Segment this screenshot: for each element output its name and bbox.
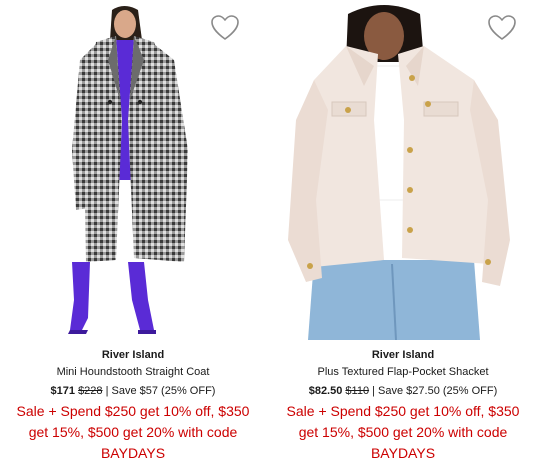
savings-text: | Save $27.50 (25% OFF) [372, 385, 498, 397]
product-info: River Island Mini Houndstooth Straight C… [4, 348, 262, 464]
brand-name[interactable]: River Island [274, 348, 532, 363]
product-card-houndstooth-coat[interactable]: River Island Mini Houndstooth Straight C… [4, 0, 262, 471]
promo-line-1: Sale + Spend $250 get 10% off, $350 [286, 403, 520, 419]
promo-text: Sale + Spend $250 get 10% off, $350 get … [4, 401, 262, 464]
product-grid: River Island Mini Houndstooth Straight C… [0, 0, 543, 471]
promo-code: BAYDAYS [370, 445, 436, 461]
promo-code: BAYDAYS [100, 445, 166, 461]
heart-outline-icon[interactable] [487, 14, 517, 42]
original-price: $110 [345, 385, 370, 397]
product-info: River Island Plus Textured Flap-Pocket S… [274, 348, 532, 464]
heart-outline-icon[interactable] [210, 14, 240, 42]
shacket-photo [288, 5, 510, 340]
promo-line-1: Sale + Spend $250 get 10% off, $350 [16, 403, 250, 419]
product-image[interactable] [4, 0, 262, 340]
price-line: $171 $228 | Save $57 (25% OFF) [4, 382, 262, 400]
savings-text: | Save $57 (25% OFF) [105, 385, 216, 397]
sale-price: $171 [50, 385, 75, 397]
price-line: $82.50 $110 | Save $27.50 (25% OFF) [274, 382, 532, 400]
product-card-textured-shacket[interactable]: River Island Plus Textured Flap-Pocket S… [274, 0, 532, 471]
product-image[interactable] [274, 0, 532, 340]
sale-price: $82.50 [308, 385, 343, 397]
brand-name[interactable]: River Island [4, 348, 262, 363]
promo-line-2: get 15%, $500 get 20% with code [298, 424, 508, 440]
product-name[interactable]: Mini Houndstooth Straight Coat [4, 363, 262, 382]
product-name[interactable]: Plus Textured Flap-Pocket Shacket [274, 363, 532, 382]
original-price: $228 [78, 385, 103, 397]
promo-text: Sale + Spend $250 get 10% off, $350 get … [274, 401, 532, 464]
promo-line-2: get 15%, $500 get 20% with code [28, 424, 238, 440]
coat-photo [68, 6, 188, 334]
